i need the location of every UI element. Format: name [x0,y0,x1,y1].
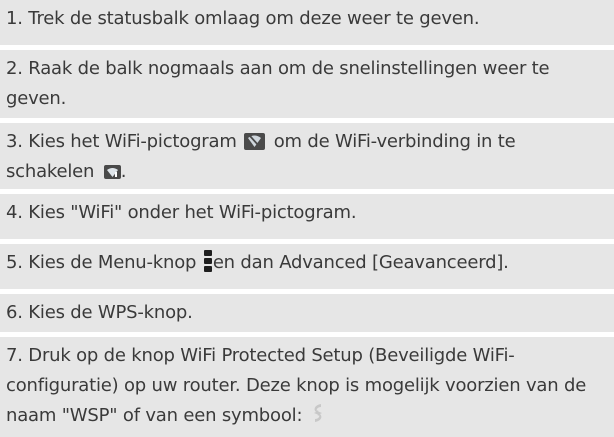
step-2-text: 2. Raak de balk nogmaals aan om de sneli… [6,58,550,109]
menu-dots-icon [203,250,212,272]
step-3-text-before: 3. Kies het WiFi-pictogram [6,131,243,152]
wifi-off-icon [244,133,266,150]
step-7-text: 7. Druk op de knop WiFi Protected Setup … [6,345,587,426]
step-4: 4. Kies "WiFi" onder het WiFi-pictogram. [0,194,614,239]
instruction-steps: 1. Trek de statusbalk omlaag om deze wee… [0,0,614,437]
step-4-text: 4. Kies "WiFi" onder het WiFi-pictogram. [6,202,357,223]
step-5: 5. Kies de Menu-knop en dan Advanced [Ge… [0,244,614,289]
step-3-text-after: . [120,161,127,182]
step-5-text-after: en dan Advanced [Geavanceerd]. [212,252,509,273]
wps-icon [311,403,325,423]
wifi-on-icon [103,165,121,179]
step-1-text: 1. Trek de statusbalk omlaag om deze wee… [6,8,480,29]
step-6-text: 6. Kies de WPS-knop. [6,302,193,323]
step-3: 3. Kies het WiFi-pictogram om de WiFi-ve… [0,123,614,189]
step-2: 2. Raak de balk nogmaals aan om de sneli… [0,50,614,118]
step-6: 6. Kies de WPS-knop. [0,294,614,332]
step-5-text-before: 5. Kies de Menu-knop [6,252,202,273]
step-1: 1. Trek de statusbalk omlaag om deze wee… [0,0,614,45]
step-7: 7. Druk op de knop WiFi Protected Setup … [0,337,614,437]
